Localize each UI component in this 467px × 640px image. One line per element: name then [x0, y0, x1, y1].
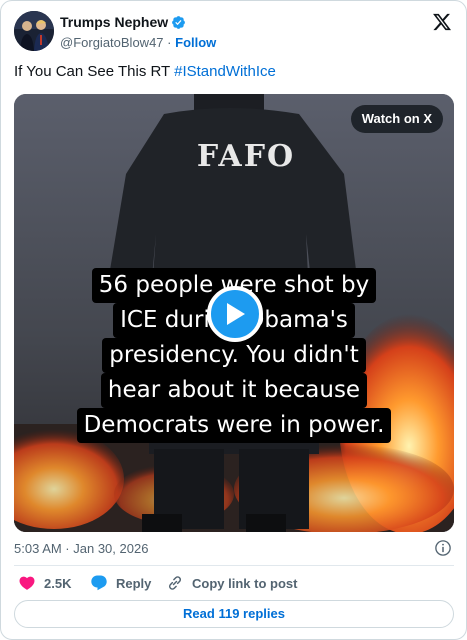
copy-link-label: Copy link to post — [192, 575, 298, 591]
watch-on-x-button[interactable]: Watch on X — [350, 105, 443, 133]
post-header: Trumps Nephew @ForgiatoBlow47 · Follow — [14, 11, 454, 53]
display-name-text: Trumps Nephew — [60, 14, 169, 30]
like-button[interactable]: 2.5K — [18, 573, 71, 593]
heart-icon — [19, 576, 35, 590]
video-media[interactable]: FAFO Watch on X 56 people were shot by I… — [14, 94, 454, 532]
link-icon — [168, 576, 182, 590]
like-count: 2.5K — [44, 575, 72, 591]
play-button[interactable] — [207, 286, 263, 342]
reply-bubble-icon — [91, 575, 107, 591]
author-avatar[interactable] — [14, 11, 54, 51]
copy-link-button[interactable]: Copy link to post — [166, 573, 297, 593]
author-display-name[interactable]: Trumps Nephew — [60, 14, 186, 31]
post-text-body: If You Can See This RT — [14, 63, 175, 80]
shirt-print-text: FAFO — [197, 139, 295, 174]
divider — [14, 565, 454, 566]
separator-dot: · — [167, 35, 172, 50]
hashtag-link[interactable]: #IStandWithIce — [174, 63, 276, 80]
follow-link[interactable]: Follow — [175, 35, 216, 50]
play-icon — [227, 303, 245, 325]
caption-line: Democrats were in power. — [76, 408, 392, 443]
author-handle[interactable]: @ForgiatoBlow47 — [60, 35, 164, 50]
reply-button[interactable]: Reply — [90, 573, 151, 593]
caption-line: presidency. You didn't — [102, 338, 366, 373]
embedded-post-card: Trumps Nephew @ForgiatoBlow47 · Follow I… — [0, 0, 467, 640]
info-icon[interactable] — [434, 539, 452, 557]
post-timestamp[interactable]: 5:03 AM · Jan 30, 2026 — [14, 540, 148, 557]
verified-badge-icon — [172, 16, 186, 29]
caption-line: hear about it because — [100, 373, 368, 408]
post-text: If You Can See This RT #IStandWithIce — [14, 62, 276, 82]
reply-label: Reply — [116, 575, 152, 591]
read-replies-button[interactable]: Read 119 replies — [14, 600, 454, 628]
x-logo-icon[interactable] — [432, 12, 452, 32]
